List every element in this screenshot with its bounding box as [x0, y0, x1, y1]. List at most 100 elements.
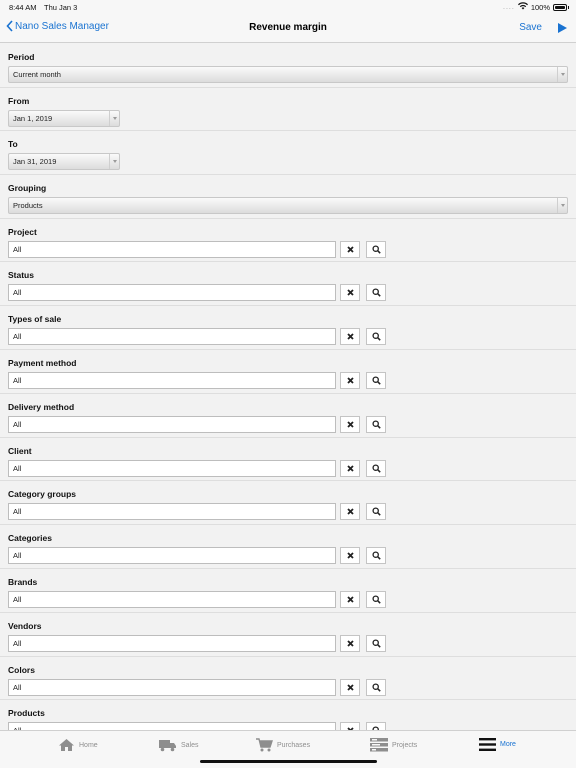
from-label: From: [8, 95, 30, 106]
period-value: Current month: [13, 70, 61, 79]
clear-filter-button[interactable]: [340, 240, 360, 258]
search-filter-button[interactable]: [366, 634, 386, 652]
search-icon: [371, 639, 381, 648]
clear-filter-button[interactable]: [340, 284, 360, 302]
to-field: To Jan 31, 2019: [0, 131, 576, 176]
close-icon: [346, 421, 354, 428]
filter-field: Colors All: [0, 657, 576, 701]
filter-input[interactable]: All: [8, 722, 336, 730]
tab-more[interactable]: More: [479, 738, 516, 751]
close-icon: [346, 377, 354, 384]
house-icon: [58, 738, 75, 752]
tab-purchases[interactable]: Purchases: [255, 738, 310, 752]
cart-icon: [255, 738, 273, 752]
run-report-button[interactable]: [557, 21, 568, 39]
filter-label: Category groups: [8, 489, 77, 500]
search-icon: [371, 376, 381, 385]
projects-icon: [370, 738, 388, 752]
filter-input[interactable]: All: [8, 678, 336, 696]
clear-filter-button[interactable]: [340, 415, 360, 433]
filter-input[interactable]: All: [8, 415, 336, 433]
search-filter-button[interactable]: [366, 415, 386, 433]
search-icon: [371, 420, 381, 429]
clear-filter-button[interactable]: [340, 634, 360, 652]
chevron-down-icon: [109, 110, 119, 126]
filter-field: Status All: [0, 262, 576, 307]
close-icon: [346, 464, 354, 472]
filter-field: Products All: [0, 700, 576, 730]
clear-filter-button[interactable]: [340, 678, 360, 696]
chevron-down-icon: [557, 198, 567, 214]
search-filter-button[interactable]: [366, 722, 386, 730]
filter-label: Colors: [8, 664, 35, 675]
clear-filter-button[interactable]: [340, 722, 360, 730]
close-icon: [346, 508, 354, 516]
search-filter-button[interactable]: [366, 284, 386, 302]
filter-label: Products: [8, 708, 45, 719]
search-icon: [371, 507, 381, 517]
search-filter-button[interactable]: [366, 547, 386, 565]
status-time: 8:44 AM: [9, 3, 37, 12]
grouping-label: Grouping: [8, 183, 47, 194]
filter-field: Delivery method All: [0, 394, 576, 438]
close-icon: [346, 289, 354, 297]
grouping-field: Grouping Products: [0, 175, 576, 219]
search-filter-button[interactable]: [366, 678, 386, 696]
search-filter-button[interactable]: [366, 459, 386, 477]
period-select[interactable]: Current month: [8, 66, 568, 83]
search-icon: [371, 245, 381, 254]
clear-filter-button[interactable]: [340, 328, 360, 346]
filter-input[interactable]: All: [8, 371, 336, 389]
status-bar: 8:44 AM Thu Jan 3 .... 100%: [0, 0, 576, 14]
filter-input[interactable]: All: [8, 328, 336, 346]
wifi-icon: [517, 2, 528, 12]
tab-sales[interactable]: Sales: [158, 738, 199, 752]
play-icon: [558, 23, 567, 33]
filter-input[interactable]: All: [8, 284, 336, 302]
filter-label: Vendors: [8, 620, 42, 631]
tab-home[interactable]: Home: [58, 738, 98, 752]
filter-input[interactable]: All: [8, 590, 336, 608]
to-value: Jan 31, 2019: [13, 157, 57, 167]
search-filter-button[interactable]: [366, 503, 386, 521]
filter-input[interactable]: All: [8, 459, 336, 477]
close-icon: [346, 596, 354, 603]
clear-filter-button[interactable]: [340, 371, 360, 389]
grouping-select[interactable]: Products: [8, 197, 568, 215]
search-icon: [371, 551, 381, 560]
clear-filter-button[interactable]: [340, 459, 360, 477]
search-filter-button[interactable]: [366, 240, 386, 258]
menu-icon: [479, 738, 496, 751]
close-icon: [346, 683, 354, 691]
filter-field: Payment method All: [0, 350, 576, 394]
filter-input[interactable]: All: [8, 634, 336, 652]
close-icon: [346, 333, 354, 340]
save-button[interactable]: Save: [519, 22, 542, 33]
search-icon: [371, 464, 381, 473]
battery-icon: [553, 3, 569, 11]
tab-purchases-label: Purchases: [277, 741, 311, 749]
chevron-down-icon: [109, 154, 119, 170]
filter-input[interactable]: All: [8, 503, 336, 521]
filter-field: Types of sale All: [0, 306, 576, 350]
filter-input[interactable]: All: [8, 240, 336, 258]
from-date-picker[interactable]: Jan 1, 2019: [8, 109, 120, 127]
filter-label: Client: [8, 445, 32, 456]
filter-field: Project All: [0, 219, 576, 263]
filter-label: Brands: [8, 576, 38, 587]
clear-filter-button[interactable]: [340, 590, 360, 608]
tab-sales-label: Sales: [181, 741, 199, 749]
cellular-dots-icon: ....: [503, 3, 515, 11]
search-filter-button[interactable]: [366, 328, 386, 346]
report-form: Period Current month From Jan 1, 2019 To…: [0, 44, 576, 730]
tab-projects[interactable]: Projects: [370, 738, 417, 752]
period-label: Period: [8, 52, 35, 62]
to-date-picker[interactable]: Jan 31, 2019: [8, 153, 120, 171]
clear-filter-button[interactable]: [340, 547, 360, 565]
clear-filter-button[interactable]: [340, 503, 360, 521]
filter-input[interactable]: All: [8, 547, 336, 565]
search-filter-button[interactable]: [366, 590, 386, 608]
close-icon: [346, 246, 354, 253]
search-filter-button[interactable]: [366, 371, 386, 389]
status-date: Thu Jan 3: [44, 3, 78, 12]
